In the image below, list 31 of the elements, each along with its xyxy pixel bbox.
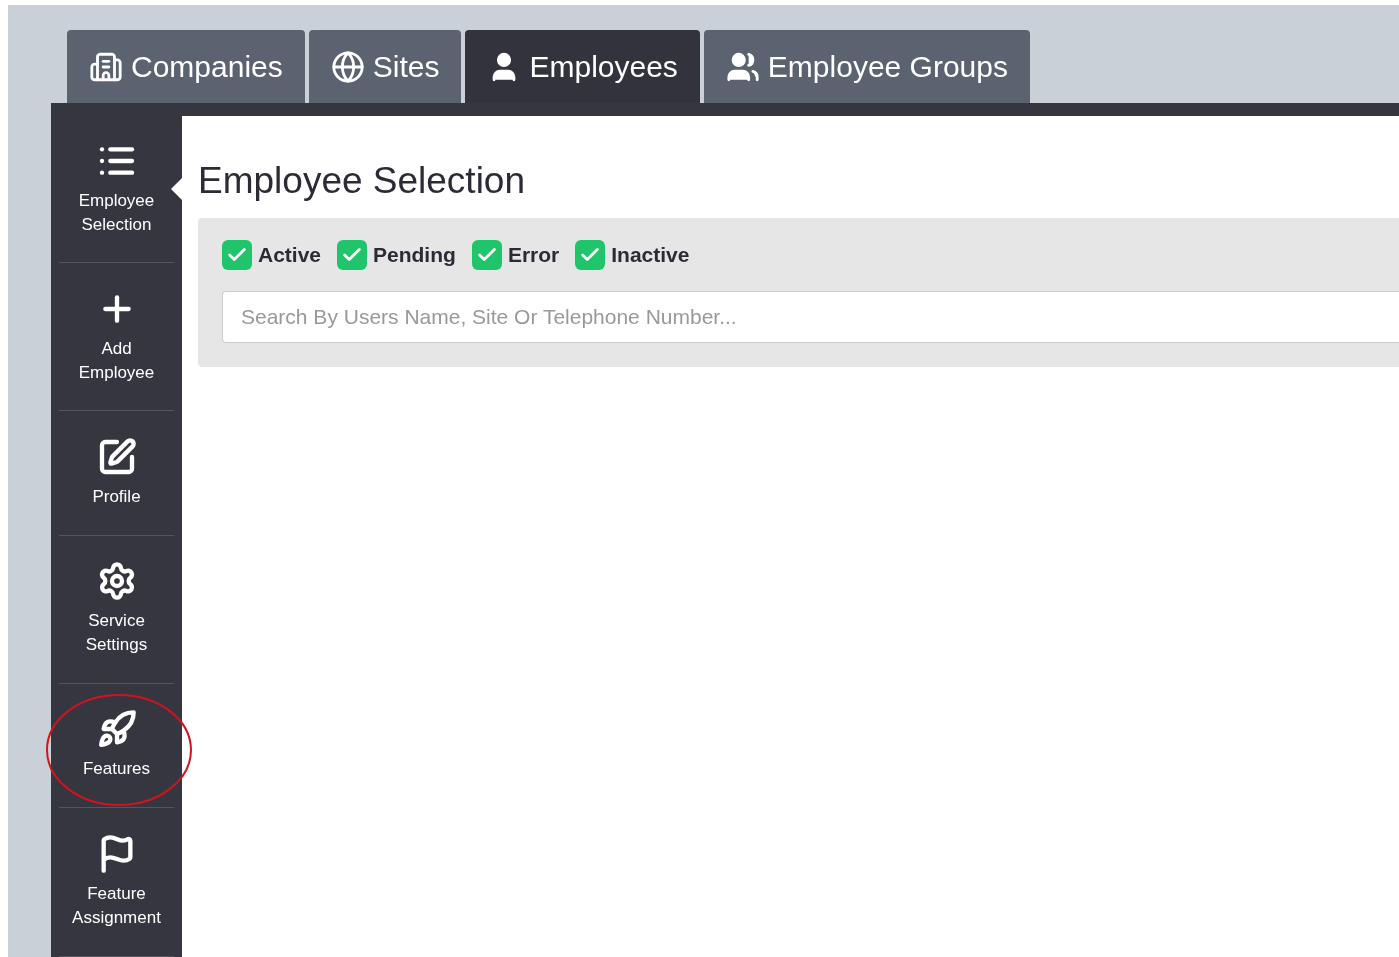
sidebar-item[interactable]: Feature Assignment (59, 807, 174, 957)
status-checkbox[interactable]: Inactive (575, 240, 690, 270)
sidebar-label: Add Employee (77, 337, 156, 384)
sidebar-item[interactable]: Features (59, 683, 174, 808)
checkbox-label: Inactive (611, 243, 690, 267)
tab[interactable]: Sites (308, 30, 462, 103)
checkbox[interactable] (222, 240, 252, 270)
sidebar-item[interactable]: Add Employee (59, 263, 174, 412)
tab[interactable]: Employee Groups (703, 30, 1030, 103)
search-field[interactable]: Search By Users Name, Site Or Telephone Number... (222, 291, 1399, 343)
status-checkbox[interactable]: Active (222, 240, 322, 270)
sidebar-label: Employee Selection (77, 190, 156, 237)
status-checkbox[interactable]: Error (471, 240, 560, 270)
sidebar-label: Features (81, 758, 152, 781)
globe-icon (330, 49, 365, 84)
sidebar-label: Feature Assignment (71, 882, 162, 929)
status-checkbox[interactable]: Pending (337, 240, 456, 270)
checkbox-label: Pending (373, 243, 456, 267)
checkbox[interactable] (575, 240, 606, 270)
checkbox-label: Error (507, 243, 560, 267)
checkbox[interactable] (471, 240, 502, 270)
sidebar-item[interactable]: Profile (59, 411, 174, 536)
page-title: Employee Selection (198, 160, 527, 202)
tab[interactable]: Companies (67, 30, 305, 103)
sidebar-label: Service Settings (84, 610, 149, 657)
checkbox[interactable] (337, 240, 368, 270)
sidebar-item[interactable]: Service Settings (59, 535, 174, 684)
tab[interactable]: Employees (465, 30, 700, 103)
sidebar-label: Profile (91, 485, 142, 508)
rocket-icon (96, 709, 137, 750)
checkbox-label: Active (258, 243, 322, 267)
